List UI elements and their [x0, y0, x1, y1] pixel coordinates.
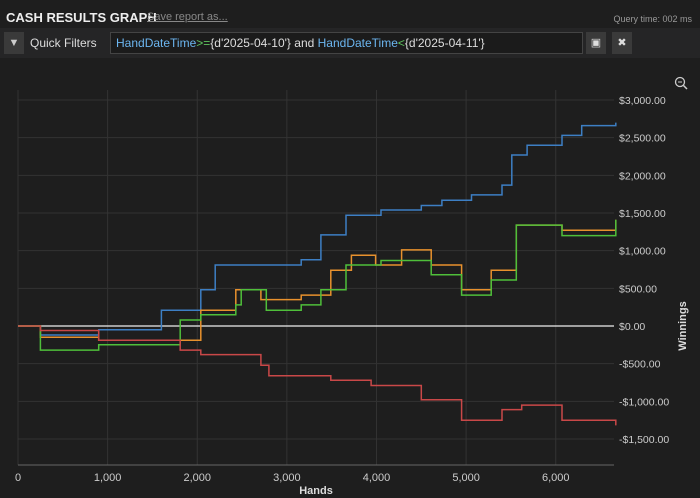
- query-time: Query time: 002 ms: [613, 14, 692, 24]
- close-icon[interactable]: ✖: [612, 32, 632, 54]
- page-title: CASH RESULTS GRAPH: [6, 10, 157, 25]
- zoom-icon[interactable]: [674, 76, 688, 90]
- y-tick-label: $2,500.00: [619, 133, 666, 145]
- y-tick-label: $0.00: [619, 321, 645, 333]
- chart: 0 1,000 2,000 3,000 4,000 5,000 6,000 $3,000.00…: [15, 76, 689, 497]
- q-val2: {d'2025-04-11'}: [404, 36, 485, 50]
- x-tick-label: 2,000: [183, 472, 211, 484]
- y-tick-label: $3,000.00: [619, 95, 666, 107]
- filter-bar: ▼ Quick Filters HandDateTime>={d'2025-04…: [0, 28, 700, 58]
- x-tick-label: 1,000: [94, 472, 122, 484]
- q-val: {d'2025-04-10'} and: [210, 36, 318, 50]
- y-tick-label: -$500.00: [619, 359, 661, 371]
- x-tick-label: 5,000: [452, 472, 480, 484]
- y-tick-label: -$1,500.00: [619, 434, 669, 446]
- q-field2: HandDateTime: [317, 36, 398, 50]
- save-report-link[interactable]: Save report as...: [147, 11, 228, 23]
- y-tick-label: -$1,000.00: [619, 396, 669, 408]
- y-tick-label: $1,000.00: [619, 246, 666, 258]
- x-axis-label: Hands: [299, 485, 333, 497]
- x-tick-label: 3,000: [273, 472, 301, 484]
- quick-filters-label: Quick Filters: [30, 36, 97, 50]
- filter-icon[interactable]: ▼: [4, 32, 24, 54]
- y-tick-label: $1,500.00: [619, 208, 666, 220]
- x-tick-label: 6,000: [542, 472, 570, 484]
- y-tick-label: $500.00: [619, 283, 657, 295]
- q-field: HandDateTime: [116, 36, 197, 50]
- save-icon[interactable]: ▣: [586, 32, 606, 54]
- q-op2: <: [397, 36, 405, 50]
- y-tick-label: $2,000.00: [619, 170, 666, 182]
- x-tick-label: 0: [15, 472, 21, 484]
- filter-input[interactable]: HandDateTime>={d'2025-04-10'} and HandDa…: [110, 32, 583, 54]
- q-op: >=: [196, 36, 211, 50]
- y-axis-label: Winnings: [677, 301, 689, 350]
- x-tick-label: 4,000: [363, 472, 391, 484]
